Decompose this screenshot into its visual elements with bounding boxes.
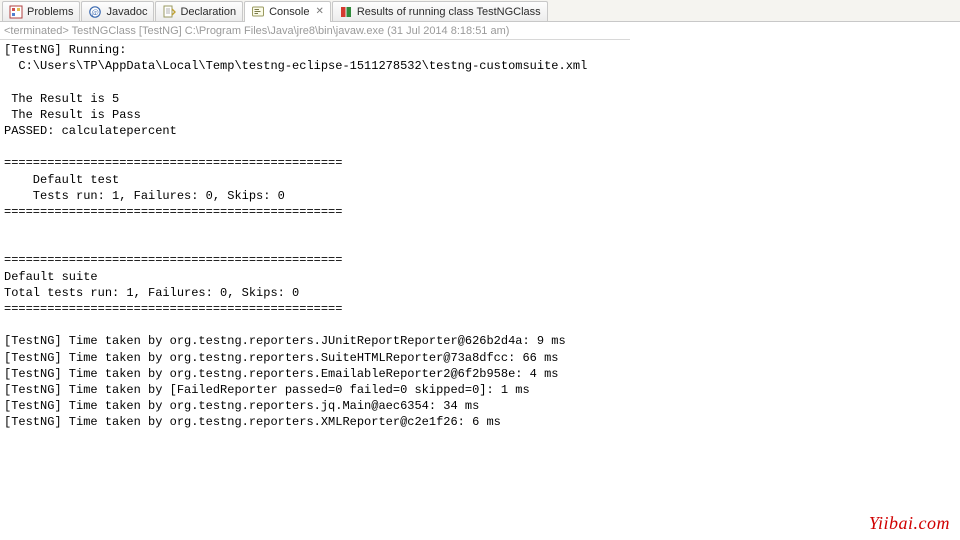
console-icon (251, 5, 265, 19)
javadoc-icon: @ (88, 5, 102, 19)
tab-console[interactable]: Console ✕ (244, 1, 331, 22)
close-icon[interactable]: ✕ (315, 7, 323, 17)
tab-label: Problems (27, 6, 73, 18)
console-output[interactable]: [TestNG] Running: C:\Users\TP\AppData\Lo… (0, 40, 960, 433)
tab-testng-results[interactable]: Results of running class TestNGClass (332, 1, 548, 21)
problems-icon (9, 5, 23, 19)
testng-results-icon (339, 5, 353, 19)
watermark: Yiibai.com (869, 513, 950, 534)
tab-declaration[interactable]: Declaration (155, 1, 243, 21)
console-status-line: <terminated> TestNGClass [TestNG] C:\Pro… (0, 22, 630, 40)
tab-label: Console (269, 6, 309, 18)
terminated-label: <terminated> (4, 25, 69, 37)
declaration-icon (162, 5, 176, 19)
tab-label: Results of running class TestNGClass (357, 6, 541, 18)
launch-description: TestNGClass [TestNG] C:\Program Files\Ja… (69, 25, 510, 37)
tab-javadoc[interactable]: @ Javadoc (81, 1, 154, 21)
tab-label: Declaration (180, 6, 236, 18)
view-tab-bar: Problems @ Javadoc Declaration Console ✕… (0, 0, 960, 22)
tab-label: Javadoc (106, 6, 147, 18)
tab-problems[interactable]: Problems (2, 1, 80, 21)
svg-text:@: @ (92, 8, 99, 17)
